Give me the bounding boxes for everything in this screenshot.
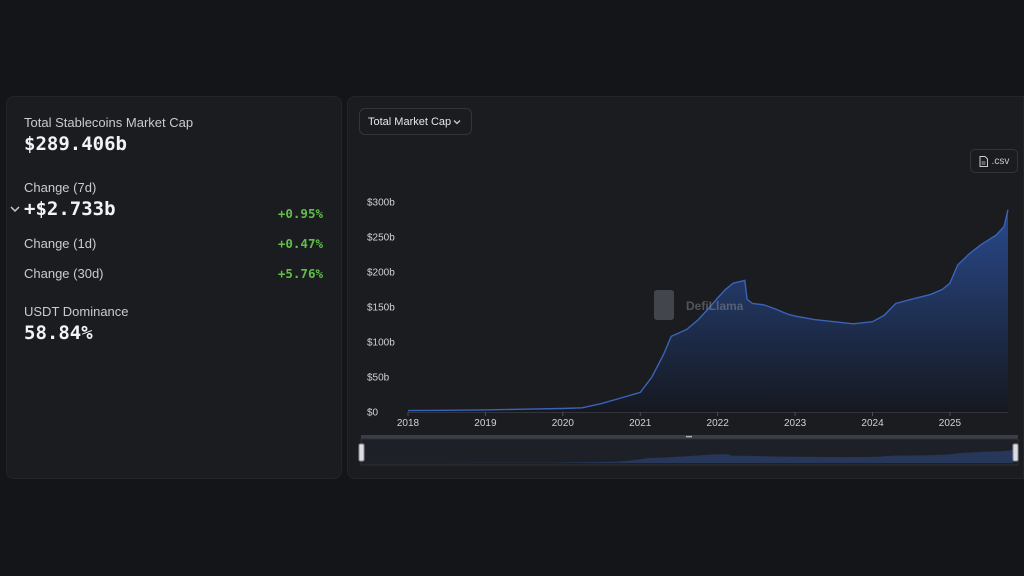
slider-left-handle[interactable] xyxy=(358,443,365,462)
usdt-dominance-value: 58.84% xyxy=(24,322,93,344)
slider-grip-icon[interactable]: ••• xyxy=(686,435,692,441)
y-tick-label: $100b xyxy=(367,338,395,349)
x-tick-label: 2019 xyxy=(474,418,497,429)
x-axis: 2018 2019 2020 2021 2022 2023 2024 2025 xyxy=(397,411,1008,429)
change-1d-percent: +0.47% xyxy=(277,236,323,251)
change-7d-percent: +0.95% xyxy=(277,206,323,221)
x-tick-label: 2021 xyxy=(629,418,652,429)
y-axis: $0 $50b $100b $150b $200b $250b $300b xyxy=(367,198,395,419)
range-slider[interactable]: ••• xyxy=(358,435,1019,466)
slider-right-handle[interactable] xyxy=(1012,443,1019,462)
change-1d-label: Change (1d) xyxy=(24,236,97,251)
y-tick-label: $150b xyxy=(367,303,395,314)
change-7d-value: +$2.733b xyxy=(24,198,116,220)
watermark-text: DefiLlama xyxy=(686,299,744,313)
total-market-cap-value: $289.406b xyxy=(24,133,127,155)
x-tick-label: 2024 xyxy=(861,418,884,429)
x-tick-label: 2023 xyxy=(784,418,807,429)
y-tick-label: $50b xyxy=(367,373,390,384)
y-tick-label: $300b xyxy=(367,198,395,209)
y-tick-label: $250b xyxy=(367,233,395,244)
chevron-down-icon[interactable] xyxy=(8,202,22,216)
total-market-cap-label: Total Stablecoins Market Cap xyxy=(24,115,194,130)
defillama-logo-icon xyxy=(654,290,674,320)
change-30d-label: Change (30d) xyxy=(24,266,104,281)
stats-panel: Total Stablecoins Market Cap $289.406b C… xyxy=(6,96,342,479)
x-tick-label: 2022 xyxy=(707,418,730,429)
usdt-dominance-label: USDT Dominance xyxy=(24,304,129,319)
y-tick-label: $200b xyxy=(367,268,395,279)
chart-panel: Total Market Cap .csv $0 $50b $100b $150b $2… xyxy=(347,96,1024,479)
y-tick-label: $0 xyxy=(367,408,379,419)
x-tick-label: 2020 xyxy=(552,418,575,429)
market-cap-chart: $0 $50b $100b $150b $200b $250b $300b 2018 2019… xyxy=(358,198,1019,466)
change-30d-percent: +5.76% xyxy=(277,266,323,281)
change-7d-label: Change (7d) xyxy=(24,180,97,195)
x-tick-label: 2018 xyxy=(397,418,420,429)
x-tick-label: 2025 xyxy=(939,418,962,429)
